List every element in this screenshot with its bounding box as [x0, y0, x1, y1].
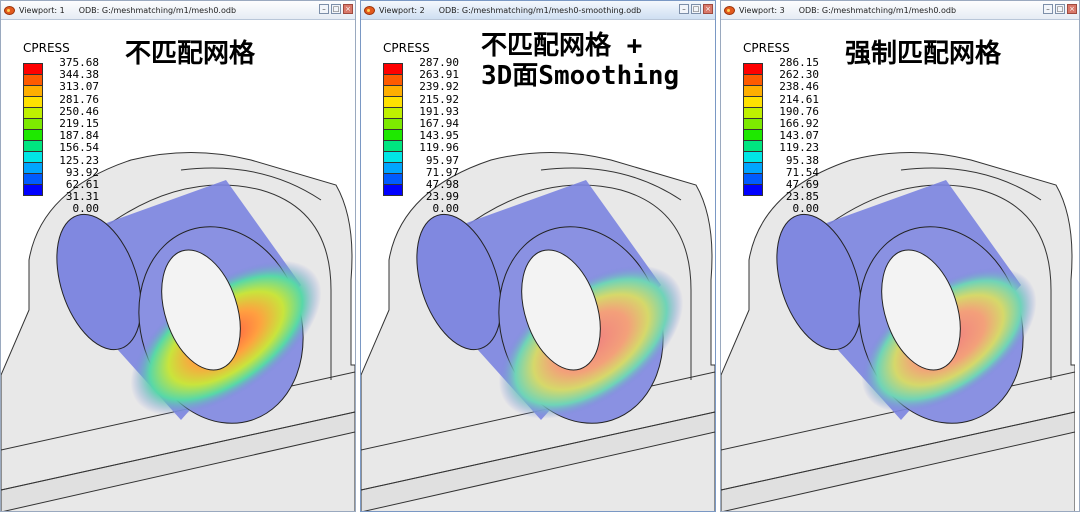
legend-swatch — [23, 184, 43, 196]
heading-line: 不匹配网格 + — [481, 31, 643, 61]
legend-tick-label: 95.38 — [785, 153, 819, 167]
legend-tick-label: 125.23 — [59, 153, 99, 167]
legend-tick-label: 156.54 — [59, 141, 99, 155]
legend-tick-label: 313.07 — [59, 80, 99, 94]
viewport-heading: 不匹配网格 — [125, 39, 255, 69]
viewport-titlebar[interactable]: Viewport: 3 ODB: G:/meshmatching/m1/mesh… — [721, 1, 1079, 20]
heading-line: 3D面Smoothing — [481, 61, 680, 91]
viewport-name: Viewport: 2 — [379, 5, 425, 15]
odb-path: ODB: G:/meshmatching/m1/mesh0.odb — [78, 5, 237, 15]
legend-tick-label: 215.92 — [419, 92, 459, 106]
legend-tick-label: 239.92 — [419, 80, 459, 94]
minimize-button[interactable]: – — [679, 4, 689, 14]
legend-tick-label: 0.00 — [792, 202, 820, 216]
legend-ticks: 375.68 344.38 313.07 281.76 250.46 219.15 187.… — [47, 56, 100, 216]
viewport-titlebar[interactable]: Viewport: 1 ODB: G:/meshmatching/m1/mesh… — [1, 1, 355, 20]
color-scale — [23, 63, 43, 196]
legend-tick-label: 0.00 — [432, 202, 460, 216]
legend-title: CPRESS — [743, 41, 790, 55]
close-button[interactable]: × — [343, 4, 353, 14]
legend-title: CPRESS — [23, 41, 70, 55]
legend-tick-label: 95.97 — [425, 153, 459, 167]
viewport-name: Viewport: 3 — [739, 5, 785, 15]
heading-line: 不匹配网格 — [125, 39, 256, 69]
viewport-2[interactable]: Viewport: 2 ODB: G:/meshmatching/m1/mesh… — [360, 0, 716, 512]
legend-tick-label: 238.46 — [779, 80, 819, 94]
legend-swatch — [743, 184, 763, 196]
heading-line: 强制匹配网格 — [845, 39, 1002, 69]
app-icon — [364, 5, 375, 15]
color-scale — [743, 63, 763, 196]
color-scale — [383, 63, 403, 196]
close-button[interactable]: × — [1067, 4, 1077, 14]
viewport-1[interactable]: Viewport: 1 ODB: G:/meshmatching/m1/mesh… — [0, 0, 356, 512]
odb-path: ODB: G:/meshmatching/m1/mesh0-smoothing.… — [438, 5, 642, 15]
legend-ticks: 286.15 262.30 238.46 214.61 190.76 166.92 143.… — [767, 56, 820, 216]
legend-ticks: 287.90 263.91 239.92 215.92 191.93 167.94 143.… — [407, 56, 460, 216]
app-icon — [4, 5, 15, 15]
minimize-button[interactable]: – — [319, 4, 329, 14]
maximize-button[interactable]: □ — [331, 4, 341, 14]
odb-path: ODB: G:/meshmatching/m1/mesh0.odb — [798, 5, 957, 15]
legend-swatch — [383, 184, 403, 196]
maximize-button[interactable]: □ — [691, 4, 701, 14]
app-icon — [724, 5, 735, 15]
legend-title: CPRESS — [383, 41, 430, 55]
maximize-button[interactable]: □ — [1055, 4, 1065, 14]
viewport-3[interactable]: Viewport: 3 ODB: G:/meshmatching/m1/mesh… — [720, 0, 1080, 512]
viewport-titlebar[interactable]: Viewport: 2 ODB: G:/meshmatching/m1/mesh… — [361, 1, 715, 20]
minimize-button[interactable]: – — [1043, 4, 1053, 14]
legend-tick-label: 0.00 — [72, 202, 100, 216]
close-button[interactable]: × — [703, 4, 713, 14]
viewport-heading: 不匹配网格 +3D面Smoothing — [481, 31, 679, 91]
legend-tick-label: 281.76 — [59, 92, 99, 106]
legend-tick-label: 119.96 — [419, 141, 459, 155]
viewport-name: Viewport: 1 — [19, 5, 65, 15]
legend-tick-label: 214.61 — [779, 92, 819, 106]
viewport-heading: 强制匹配网格 — [845, 39, 1001, 69]
legend-tick-label: 119.23 — [779, 141, 819, 155]
